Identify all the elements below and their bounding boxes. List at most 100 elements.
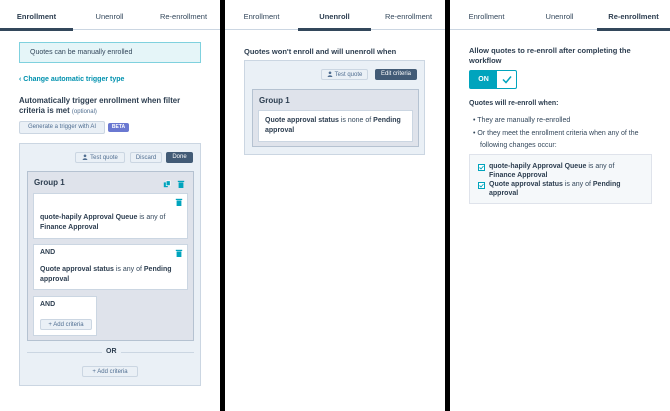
add-criteria-inner-button[interactable]: + Add criteria (40, 319, 92, 330)
toggle-on-label: ON (478, 76, 489, 83)
criteria-1-operator: is any of (139, 214, 166, 221)
add-criteria-outer-label: Add criteria (97, 369, 128, 375)
bullet-2-text: Or they meet the enrollment criteria whe… (477, 129, 639, 137)
done-button[interactable]: Done (166, 152, 193, 163)
criteria-card-1[interactable]: quote-hapily Approval Queue is any of Fi… (33, 193, 188, 239)
bullet-2-cont: following changes occur: (473, 140, 663, 153)
trash-icon[interactable] (175, 198, 183, 206)
user-icon (327, 71, 333, 77)
trash-icon[interactable] (177, 180, 185, 188)
checkbox-checked-icon[interactable] (478, 164, 485, 171)
check-2-operator: is any of (564, 181, 591, 188)
test-quote-label: Test quote (90, 155, 118, 161)
check-1-value: Finance Approval (489, 171, 548, 179)
manual-enroll-banner-text: Quotes can be manually enrolled (30, 49, 133, 56)
tab-unenroll[interactable]: Unenroll (73, 12, 146, 30)
check-1-property: quote-hapily Approval Queue (489, 163, 587, 170)
check-2-value: Pending (592, 181, 621, 188)
checkbox-item-1[interactable]: quote-hapily Approval Queue is any of Fi… (478, 163, 648, 180)
criteria-card-2[interactable]: AND Quote approval status is any of Pend… (33, 244, 188, 290)
beta-badge: BETA (108, 123, 129, 132)
reenrollment-panel: Enrollment Unenroll Re-enrollment Allow … (450, 0, 670, 411)
group-1-title: Group 1 (259, 96, 290, 105)
tab-unenroll[interactable]: Unenroll (298, 12, 371, 31)
tab-reenrollment[interactable]: Re-enrollment (597, 12, 670, 31)
tab-enrollment[interactable]: Enrollment (450, 12, 523, 30)
unenroll-filter-panel: Test quote Edit criteria Group 1 Quote a… (244, 60, 425, 155)
check-1-operator: is any of (588, 163, 615, 170)
group-1: Group 1 quote-hapily Approval Queue is a… (27, 171, 194, 341)
reenroll-heading-line1: Allow quotes to re-enroll after completi… (469, 46, 631, 55)
trigger-heading: Automatically trigger enrollment when fi… (19, 96, 209, 117)
unenroll-criteria-operator: is none of (340, 117, 372, 124)
unenroll-criteria-card: Quote approval status is none of Pending… (258, 110, 413, 142)
tab-enrollment[interactable]: Enrollment (225, 12, 298, 30)
done-label: Done (172, 154, 187, 160)
test-quote-label: Test quote (334, 72, 363, 78)
criteria-2-value-cont: approval (40, 276, 70, 283)
test-quote-button[interactable]: Test quote (321, 69, 368, 80)
enrollment-panel: Enrollment Unenroll Re-enrollment Quotes… (0, 0, 220, 411)
criteria-2-value: Pending (143, 266, 172, 273)
and-label-1: AND (40, 249, 56, 256)
criteria-1-text: quote-hapily Approval Queue is any of Fi… (40, 213, 180, 233)
generate-ai-trigger-button[interactable]: Generate a trigger with AI (19, 121, 105, 134)
reenroll-checklist: quote-hapily Approval Queue is any of Fi… (469, 154, 652, 204)
bullet-1: • They are manually re-enrolled (473, 117, 571, 124)
change-trigger-link[interactable]: ‹ Change automatic trigger type (19, 76, 124, 83)
tab-enrollment[interactable]: Enrollment (0, 12, 73, 31)
discard-button[interactable]: Discard (130, 152, 162, 163)
test-quote-button[interactable]: Test quote (75, 152, 125, 163)
add-criteria-inner-label: Add criteria (53, 322, 84, 328)
unenroll-panel: Enrollment Unenroll Re-enrollment Quotes… (225, 0, 445, 411)
reenroll-toggle[interactable]: ON (469, 70, 517, 89)
group-1-title: Group 1 (34, 178, 65, 187)
or-label: OR (102, 348, 121, 355)
filter-editor: Test quote Discard Done Group 1 quote-ha… (19, 143, 201, 386)
bullet-2: • Or they meet the enrollment criteria w… (473, 129, 639, 137)
user-icon (82, 154, 88, 160)
criteria-1-property: quote-hapily Approval Queue (40, 214, 138, 221)
unenroll-criteria-value: Pending (373, 117, 401, 124)
add-criteria-block: AND + Add criteria (33, 296, 97, 336)
reenroll-bullets: • They are manually re-enrolled • Or the… (473, 115, 663, 153)
unenroll-criteria-value-cont: approval (265, 127, 295, 134)
tab-reenrollment[interactable]: Re-enrollment (372, 12, 445, 30)
checkbox-item-2[interactable]: Quote approval status is any of Pending … (478, 181, 648, 198)
manual-enroll-banner: Quotes can be manually enrolled (19, 42, 201, 63)
tab-bar: Enrollment Unenroll Re-enrollment (450, 0, 670, 31)
discard-label: Discard (135, 155, 157, 161)
criteria-1-value: Finance Approval (40, 224, 99, 231)
edit-criteria-button[interactable]: Edit criteria (375, 69, 417, 80)
criteria-2-property: Quote approval status (40, 266, 114, 273)
unenroll-criteria-text: Quote approval status is none of Pending… (265, 116, 410, 136)
check-2-property: Quote approval status (489, 181, 563, 188)
copy-icon[interactable] (163, 180, 171, 188)
optional-label: (optional) (71, 108, 97, 115)
unenroll-criteria-property: Quote approval status (265, 117, 339, 124)
trash-icon[interactable] (175, 249, 183, 257)
generate-ai-trigger-label: Generate a trigger with AI (27, 124, 97, 130)
criteria-2-operator: is any of (115, 266, 142, 273)
checkbox-checked-icon[interactable] (478, 182, 485, 189)
toggle-on-segment: ON (470, 71, 497, 88)
beta-badge-text: BETA (111, 124, 126, 130)
check-icon (502, 76, 512, 84)
reenroll-heading-line2: workflow (469, 55, 502, 65)
unenroll-heading: Quotes won't enroll and will unenroll wh… (244, 47, 397, 56)
bullet-2-cont-text: following changes occur: (480, 142, 557, 149)
change-trigger-link-text: Change automatic trigger type (23, 76, 125, 83)
edit-criteria-label: Edit criteria (380, 71, 411, 77)
tab-unenroll[interactable]: Unenroll (523, 12, 596, 30)
and-label-2: AND (40, 301, 56, 308)
add-criteria-outer-button[interactable]: + Add criteria (82, 366, 138, 377)
tab-bar: Enrollment Unenroll Re-enrollment (0, 0, 220, 31)
bullet-1-text: They are manually re-enrolled (477, 117, 571, 124)
check-2-value-cont: approval (489, 189, 519, 197)
reenroll-subheading: Quotes will re-enroll when: (469, 100, 559, 107)
group-1: Group 1 Quote approval status is none of… (252, 89, 419, 147)
tab-reenrollment[interactable]: Re-enrollment (147, 12, 220, 30)
trigger-heading-line1: Automatically trigger enrollment when fi… (19, 96, 181, 105)
tab-bar: Enrollment Unenroll Re-enrollment (225, 0, 445, 31)
trigger-heading-line2: criteria is met (19, 105, 70, 115)
